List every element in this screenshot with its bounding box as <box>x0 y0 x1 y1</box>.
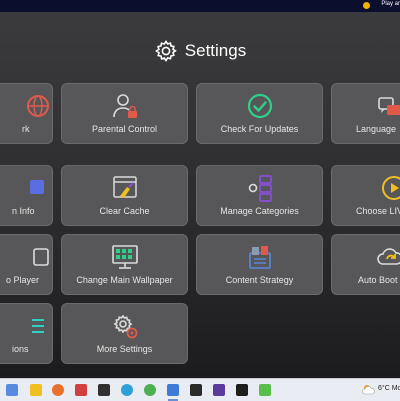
more-settings-gears-icon <box>113 314 137 339</box>
terminal-icon[interactable] <box>98 384 110 396</box>
tile-label: Parental Control <box>91 124 158 134</box>
tile-label: Content Strategy <box>225 275 294 285</box>
weather-cloud-icon <box>362 385 375 395</box>
tile-auto-boot[interactable]: Auto Boot <box>331 234 400 295</box>
purple-app-icon[interactable] <box>213 384 225 396</box>
windows-taskbar: 6°C Mo <box>0 378 400 401</box>
app-c-icon[interactable] <box>259 384 271 396</box>
tile-network[interactable]: rk <box>0 83 53 144</box>
store-icon[interactable] <box>167 384 179 396</box>
game-app-icon[interactable] <box>190 384 202 396</box>
tile-video-player[interactable]: o Player <box>0 234 53 295</box>
app-p-icon[interactable] <box>236 384 248 396</box>
language-icon <box>378 97 400 115</box>
parental-control-icon <box>112 94 137 118</box>
topbar-label: Play ar <box>381 1 400 7</box>
options-icon <box>32 319 44 333</box>
tile-parental-control[interactable]: Parental Control <box>61 83 188 144</box>
tile-label: Choose LIV <box>356 206 400 216</box>
play-circle-icon <box>382 176 400 200</box>
tile-clear-cache[interactable]: Clear Cache <box>61 165 188 226</box>
tile-label: Language <box>356 124 397 134</box>
tile-label: More Settings <box>96 344 153 354</box>
video-player-icon <box>33 248 49 266</box>
android-app-icon[interactable] <box>144 384 156 396</box>
tile-change-main-wallpaper[interactable]: Change Main Wallpaper <box>61 234 188 295</box>
settings-screen: Settings rk Parental Control Check For U… <box>0 12 400 378</box>
tile-manage-categories[interactable]: Manage Categories <box>196 165 323 226</box>
tile-check-for-updates[interactable]: Check For Updates <box>196 83 323 144</box>
weather-temperature: 6°C Mo <box>378 385 400 392</box>
clear-cache-icon <box>112 176 137 198</box>
manage-categories-icon <box>248 175 272 202</box>
file-explorer-icon[interactable] <box>30 384 42 396</box>
check-updates-icon <box>247 93 272 119</box>
tile-label: o Player <box>6 275 40 285</box>
tile-label: Auto Boot <box>358 275 398 285</box>
page-title: Settings <box>184 41 247 60</box>
top-notification-bar: Play ar <box>0 0 400 12</box>
tile-label: Clear Cache <box>99 206 150 216</box>
network-globe-icon <box>27 95 49 117</box>
page-header: Settings <box>0 36 400 66</box>
tile-choose-live-player[interactable]: Choose LIV <box>331 165 400 226</box>
start-button-icon[interactable] <box>6 384 18 396</box>
tile-label: n Info <box>12 206 35 216</box>
tile-label: ions <box>12 344 29 354</box>
settings-gear-icon <box>154 40 177 62</box>
tile-system-info[interactable]: n Info <box>0 165 53 226</box>
system-info-icon <box>30 180 44 194</box>
tile-language[interactable]: Language <box>331 83 400 144</box>
tile-content-strategy[interactable]: Content Strategy <box>196 234 323 295</box>
notification-icon <box>363 2 370 9</box>
content-strategy-icon <box>248 246 271 269</box>
tile-options[interactable]: ions <box>0 303 53 364</box>
edge-icon[interactable] <box>121 384 133 396</box>
media-app-icon[interactable] <box>75 384 87 396</box>
auto-boot-cloud-icon <box>377 248 400 265</box>
wallpaper-monitor-icon <box>111 245 138 269</box>
tile-label: Manage Categories <box>220 206 299 216</box>
tile-label: Change Main Wallpaper <box>76 275 173 285</box>
firefox-icon[interactable] <box>52 384 64 396</box>
tile-label: Check For Updates <box>220 124 299 134</box>
tile-more-settings[interactable]: More Settings <box>61 303 188 364</box>
tile-label: rk <box>22 124 30 134</box>
